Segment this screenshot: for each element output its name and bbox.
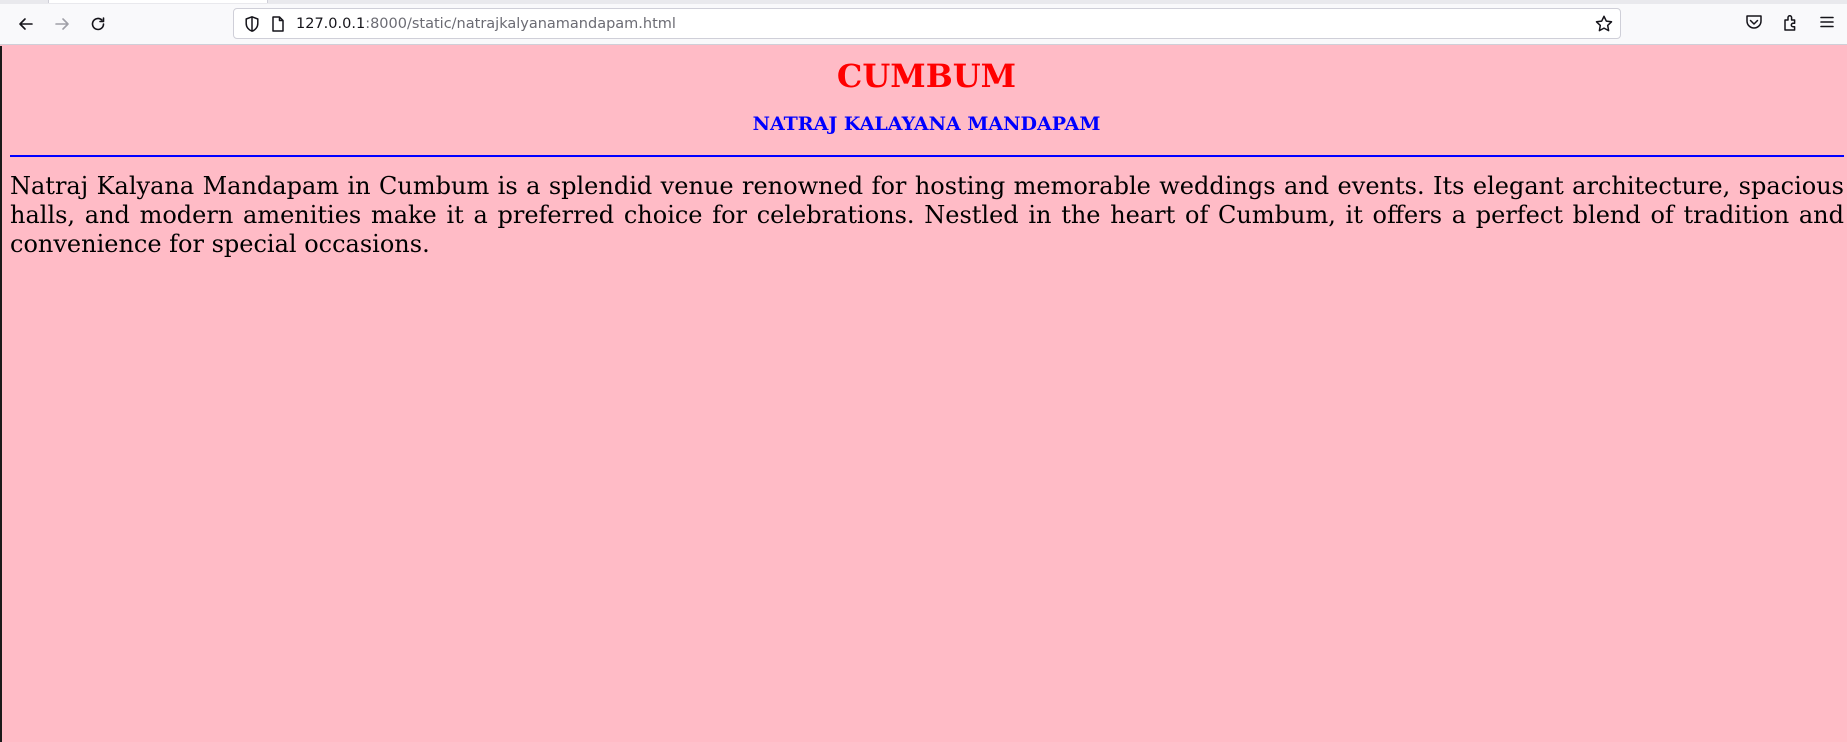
back-arrow-icon xyxy=(19,18,33,30)
star-icon[interactable] xyxy=(1594,14,1614,34)
reload-button[interactable] xyxy=(83,10,113,38)
horizontal-rule xyxy=(10,155,1844,157)
forward-arrow-icon xyxy=(55,18,69,30)
window-left-edge xyxy=(0,46,2,742)
url-path: :8000/static/natrajkalyanamandapam.html xyxy=(365,16,676,32)
shield-icon[interactable] xyxy=(243,15,261,33)
page-content: CUMBUM NATRAJ KALAYANA MANDAPAM Natraj K… xyxy=(0,46,1847,742)
active-tab-edge[interactable] xyxy=(48,0,268,3)
hamburger-menu-icon[interactable] xyxy=(1817,12,1839,34)
description-paragraph: Natraj Kalyana Mandapam in Cumbum is a s… xyxy=(10,172,1844,258)
reload-icon xyxy=(91,17,105,31)
page-title: CUMBUM xyxy=(836,57,1017,95)
browser-toolbar: 127.0.0.1:8000/static/natrajkalyanamanda… xyxy=(0,0,1847,45)
address-bar[interactable]: 127.0.0.1:8000/static/natrajkalyanamanda… xyxy=(233,8,1621,39)
url-text[interactable]: 127.0.0.1:8000/static/natrajkalyanamanda… xyxy=(296,15,676,33)
forward-button[interactable] xyxy=(47,10,77,38)
pocket-icon[interactable] xyxy=(1744,12,1766,34)
page-icon xyxy=(270,15,286,33)
extensions-icon[interactable] xyxy=(1781,12,1803,34)
page-subtitle: NATRAJ KALAYANA MANDAPAM xyxy=(752,113,1101,135)
url-host: 127.0.0.1 xyxy=(296,16,366,32)
tab-strip xyxy=(0,0,1847,4)
back-button[interactable] xyxy=(11,10,41,38)
